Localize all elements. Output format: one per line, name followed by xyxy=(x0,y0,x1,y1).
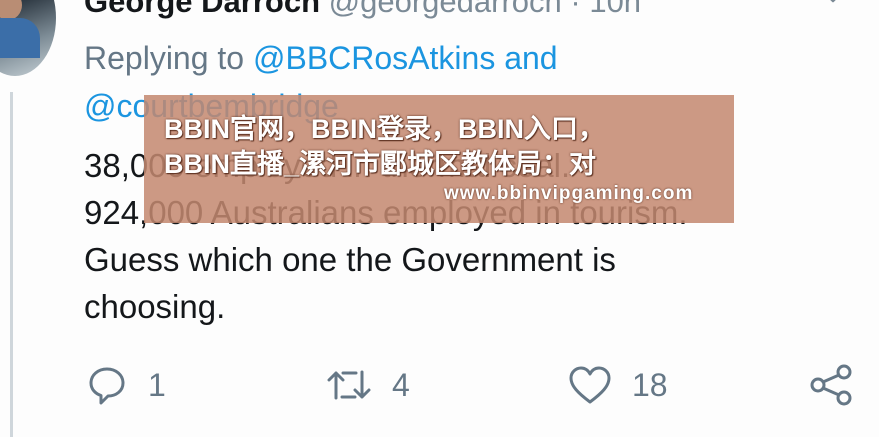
author-handle[interactable]: @georgedarroch xyxy=(329,0,562,19)
mention-conjunction: and xyxy=(504,40,558,76)
retweet-button[interactable]: 4 xyxy=(326,360,410,410)
tweet-line: Guess which one the Government is xyxy=(84,241,616,278)
watermark-line: BBIN官网，BBIN登录，BBIN入口， xyxy=(164,114,605,144)
reply-count: 1 xyxy=(148,366,166,403)
author-name[interactable]: George Darroch xyxy=(84,0,320,19)
retweet-icon xyxy=(327,370,371,400)
tweet-header: George Darroch @georgedarroch · 10h xyxy=(84,0,641,20)
author-avatar[interactable] xyxy=(0,0,56,76)
header-separator: · xyxy=(570,0,581,19)
reply-button[interactable]: 1 xyxy=(86,360,166,410)
tweet-timestamp[interactable]: 10h xyxy=(589,0,641,19)
mention-link[interactable]: @BBCRosAtkins xyxy=(253,40,495,76)
retweet-count: 4 xyxy=(392,366,410,403)
like-count: 18 xyxy=(632,366,668,403)
avatar-shirt xyxy=(0,18,40,58)
chevron-down-icon[interactable] xyxy=(822,0,844,10)
watermark-url: www.bbinvipgaming.com xyxy=(444,183,694,204)
like-button[interactable]: 18 xyxy=(568,360,668,410)
watermark-overlay: BBIN官网，BBIN登录，BBIN入口， BBIN直播_漯河市郾城区教体局：对… xyxy=(144,95,734,223)
share-icon xyxy=(810,364,852,406)
heart-icon xyxy=(569,366,611,404)
avatar-face xyxy=(0,0,22,20)
watermark-line: BBIN直播_漯河市郾城区教体局：对 xyxy=(164,149,597,179)
replying-to-label: Replying to xyxy=(84,40,245,76)
share-button[interactable] xyxy=(808,360,854,410)
reply-icon xyxy=(89,367,125,405)
tweet-line: choosing. xyxy=(84,288,226,325)
tweet-actions: 1 4 18 xyxy=(0,360,879,410)
